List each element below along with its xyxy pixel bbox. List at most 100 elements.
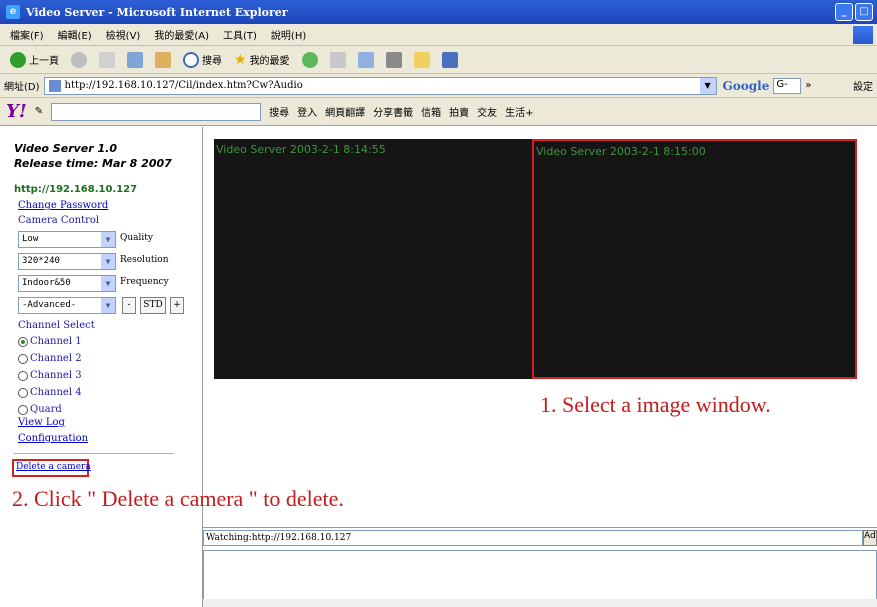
quard-radio[interactable]: Quard (18, 404, 62, 415)
radio-selected-icon (18, 336, 28, 347)
yahoo-mail-button[interactable]: 信箱 (421, 104, 441, 119)
address-dropdown-icon[interactable]: ▼ (699, 77, 716, 94)
watching-url: http://192.168.10.127 (251, 533, 352, 543)
server-url: http://192.168.10.127 (14, 184, 138, 195)
favorites-button[interactable]: ★ 我的最愛 (234, 52, 290, 68)
address-bar: 網址(D) http://192.168.10.127/Cil/index.ht… (0, 74, 877, 98)
address-url: http://192.168.10.127/Cil/index.htm?Cw?A… (64, 80, 303, 91)
back-arrow-icon (10, 51, 26, 68)
menu-bar: 檔案(F) 編輯(E) 檢視(V) 我的最愛(A) 工具(T) 說明(H) (0, 24, 877, 46)
yahoo-login-button[interactable]: 登入 (297, 104, 317, 119)
step-2-annotation: 2. Click " Delete a camera " to delete. (12, 486, 344, 511)
menu-tools[interactable]: 工具(T) (223, 27, 257, 42)
radio-icon (18, 370, 28, 381)
quard-label: Quard (30, 404, 62, 415)
yahoo-search-input[interactable] (51, 102, 262, 121)
video-window-2[interactable]: Video Server 2003-2-1 8:15:00 (532, 139, 857, 379)
chevron-down-icon: ▼ (101, 254, 115, 269)
camera-control-label: Camera Control (18, 215, 100, 226)
server-version: Video Server 1.0 (14, 142, 117, 155)
resolution-select[interactable]: 320*240 ▼ (18, 253, 116, 270)
radio-icon (18, 353, 28, 364)
address-input[interactable]: http://192.168.10.127/Cil/index.htm?Cw?A… (43, 76, 717, 95)
search-button[interactable]: 搜尋 (183, 51, 222, 68)
history-icon[interactable] (329, 51, 346, 68)
yahoo-search-button[interactable]: 搜尋 (269, 104, 289, 119)
forward-arrow-icon[interactable] (71, 51, 87, 68)
frequency-select[interactable]: Indoor&50 ▼ (18, 275, 116, 292)
channel-2-radio[interactable]: Channel 2 (18, 353, 82, 364)
yahoo-dating-button[interactable]: 交友 (477, 104, 497, 119)
window-title: Video Server - Microsoft Internet Explor… (26, 5, 288, 19)
back-button[interactable]: 上一頁 (10, 51, 59, 68)
release-time: Release time: Mar 8 2007 (14, 157, 172, 170)
page-icon (48, 79, 61, 92)
menu-view[interactable]: 檢視(V) (106, 27, 141, 42)
edit-icon[interactable] (413, 51, 430, 68)
ie-logo-icon: e (6, 5, 20, 19)
channel-4-radio[interactable]: Channel 4 (18, 387, 82, 398)
configuration-link[interactable]: Configuration (18, 433, 88, 444)
resolution-label: Resolution (120, 255, 169, 265)
yahoo-bookmark-button[interactable]: 分享書籤 (373, 104, 413, 119)
advanced-value: -Advanced- (22, 300, 77, 310)
increase-button[interactable]: + (170, 297, 184, 314)
horizontal-scrollbar[interactable] (203, 599, 877, 607)
channel-1-radio[interactable]: Channel 1 (18, 336, 82, 347)
delete-camera-link[interactable]: Delete a camera (16, 462, 91, 472)
menu-edit[interactable]: 編輯(E) (58, 27, 92, 42)
divider (14, 453, 174, 454)
decrease-button[interactable]: - (122, 297, 136, 314)
add-button[interactable]: Ad (863, 530, 877, 546)
maximize-button[interactable]: □ (855, 3, 873, 21)
refresh-icon[interactable] (127, 51, 143, 68)
yahoo-translate-button[interactable]: 網頁翻譯 (325, 104, 365, 119)
minimize-button[interactable]: _ (835, 3, 853, 21)
chevron-down-icon: ▼ (101, 298, 115, 313)
video-window-1[interactable]: Video Server 2003-2-1 8:14:55 (214, 139, 532, 379)
channel-1-label: Channel 1 (30, 336, 82, 347)
resolution-value: 320*240 (22, 256, 60, 266)
channel-2-label: Channel 2 (30, 353, 82, 364)
yahoo-logo[interactable]: Y! (6, 101, 27, 122)
menu-file[interactable]: 檔案(F) (10, 27, 44, 42)
quality-label: Quality (120, 233, 153, 243)
media-icon[interactable] (301, 51, 318, 68)
quality-value: Low (22, 234, 39, 244)
mail-icon[interactable] (357, 51, 374, 68)
yahoo-life-button[interactable]: 生活+ (505, 104, 533, 119)
google-toolbar: Google G- » (723, 77, 811, 94)
chevron-down-icon: ▼ (101, 276, 115, 291)
address-label: 網址(D) (4, 82, 40, 93)
advanced-select[interactable]: -Advanced- ▼ (18, 297, 116, 314)
log-textarea[interactable] (203, 550, 877, 602)
quality-select[interactable]: Low ▼ (18, 231, 116, 248)
channel-3-radio[interactable]: Channel 3 (18, 370, 82, 381)
yahoo-auction-button[interactable]: 拍賣 (449, 104, 469, 119)
windows-flag-icon (853, 26, 873, 44)
watching-label: Watching: (206, 533, 252, 543)
status-frame: Watching: http://192.168.10.127 Ad (203, 527, 877, 607)
pencil-icon[interactable]: ✎ (35, 106, 43, 117)
search-icon (183, 51, 199, 68)
print-icon[interactable] (385, 51, 402, 68)
video-2-timestamp: Video Server 2003-2-1 8:15:00 (536, 145, 706, 158)
google-more[interactable]: » (805, 80, 811, 91)
window-controls: _ □ (835, 3, 873, 21)
change-password-link[interactable]: Change Password (18, 200, 108, 211)
view-log-link[interactable]: View Log (18, 417, 65, 428)
search-label: 搜尋 (202, 56, 222, 67)
settings-button[interactable]: 設定 (853, 78, 873, 93)
menu-help[interactable]: 說明(H) (271, 27, 306, 42)
std-button[interactable]: STD (140, 297, 166, 314)
google-search-box[interactable]: G- (773, 77, 802, 94)
channel-4-label: Channel 4 (30, 387, 82, 398)
video-1-timestamp: Video Server 2003-2-1 8:14:55 (216, 143, 386, 156)
stop-icon[interactable] (99, 51, 115, 68)
favorites-label: 我的最愛 (249, 56, 290, 67)
back-label: 上一頁 (29, 56, 59, 67)
discuss-icon[interactable] (441, 51, 458, 68)
menu-favorites[interactable]: 我的最愛(A) (154, 27, 209, 42)
home-icon[interactable] (155, 51, 171, 68)
chevron-down-icon: ▼ (101, 232, 115, 247)
